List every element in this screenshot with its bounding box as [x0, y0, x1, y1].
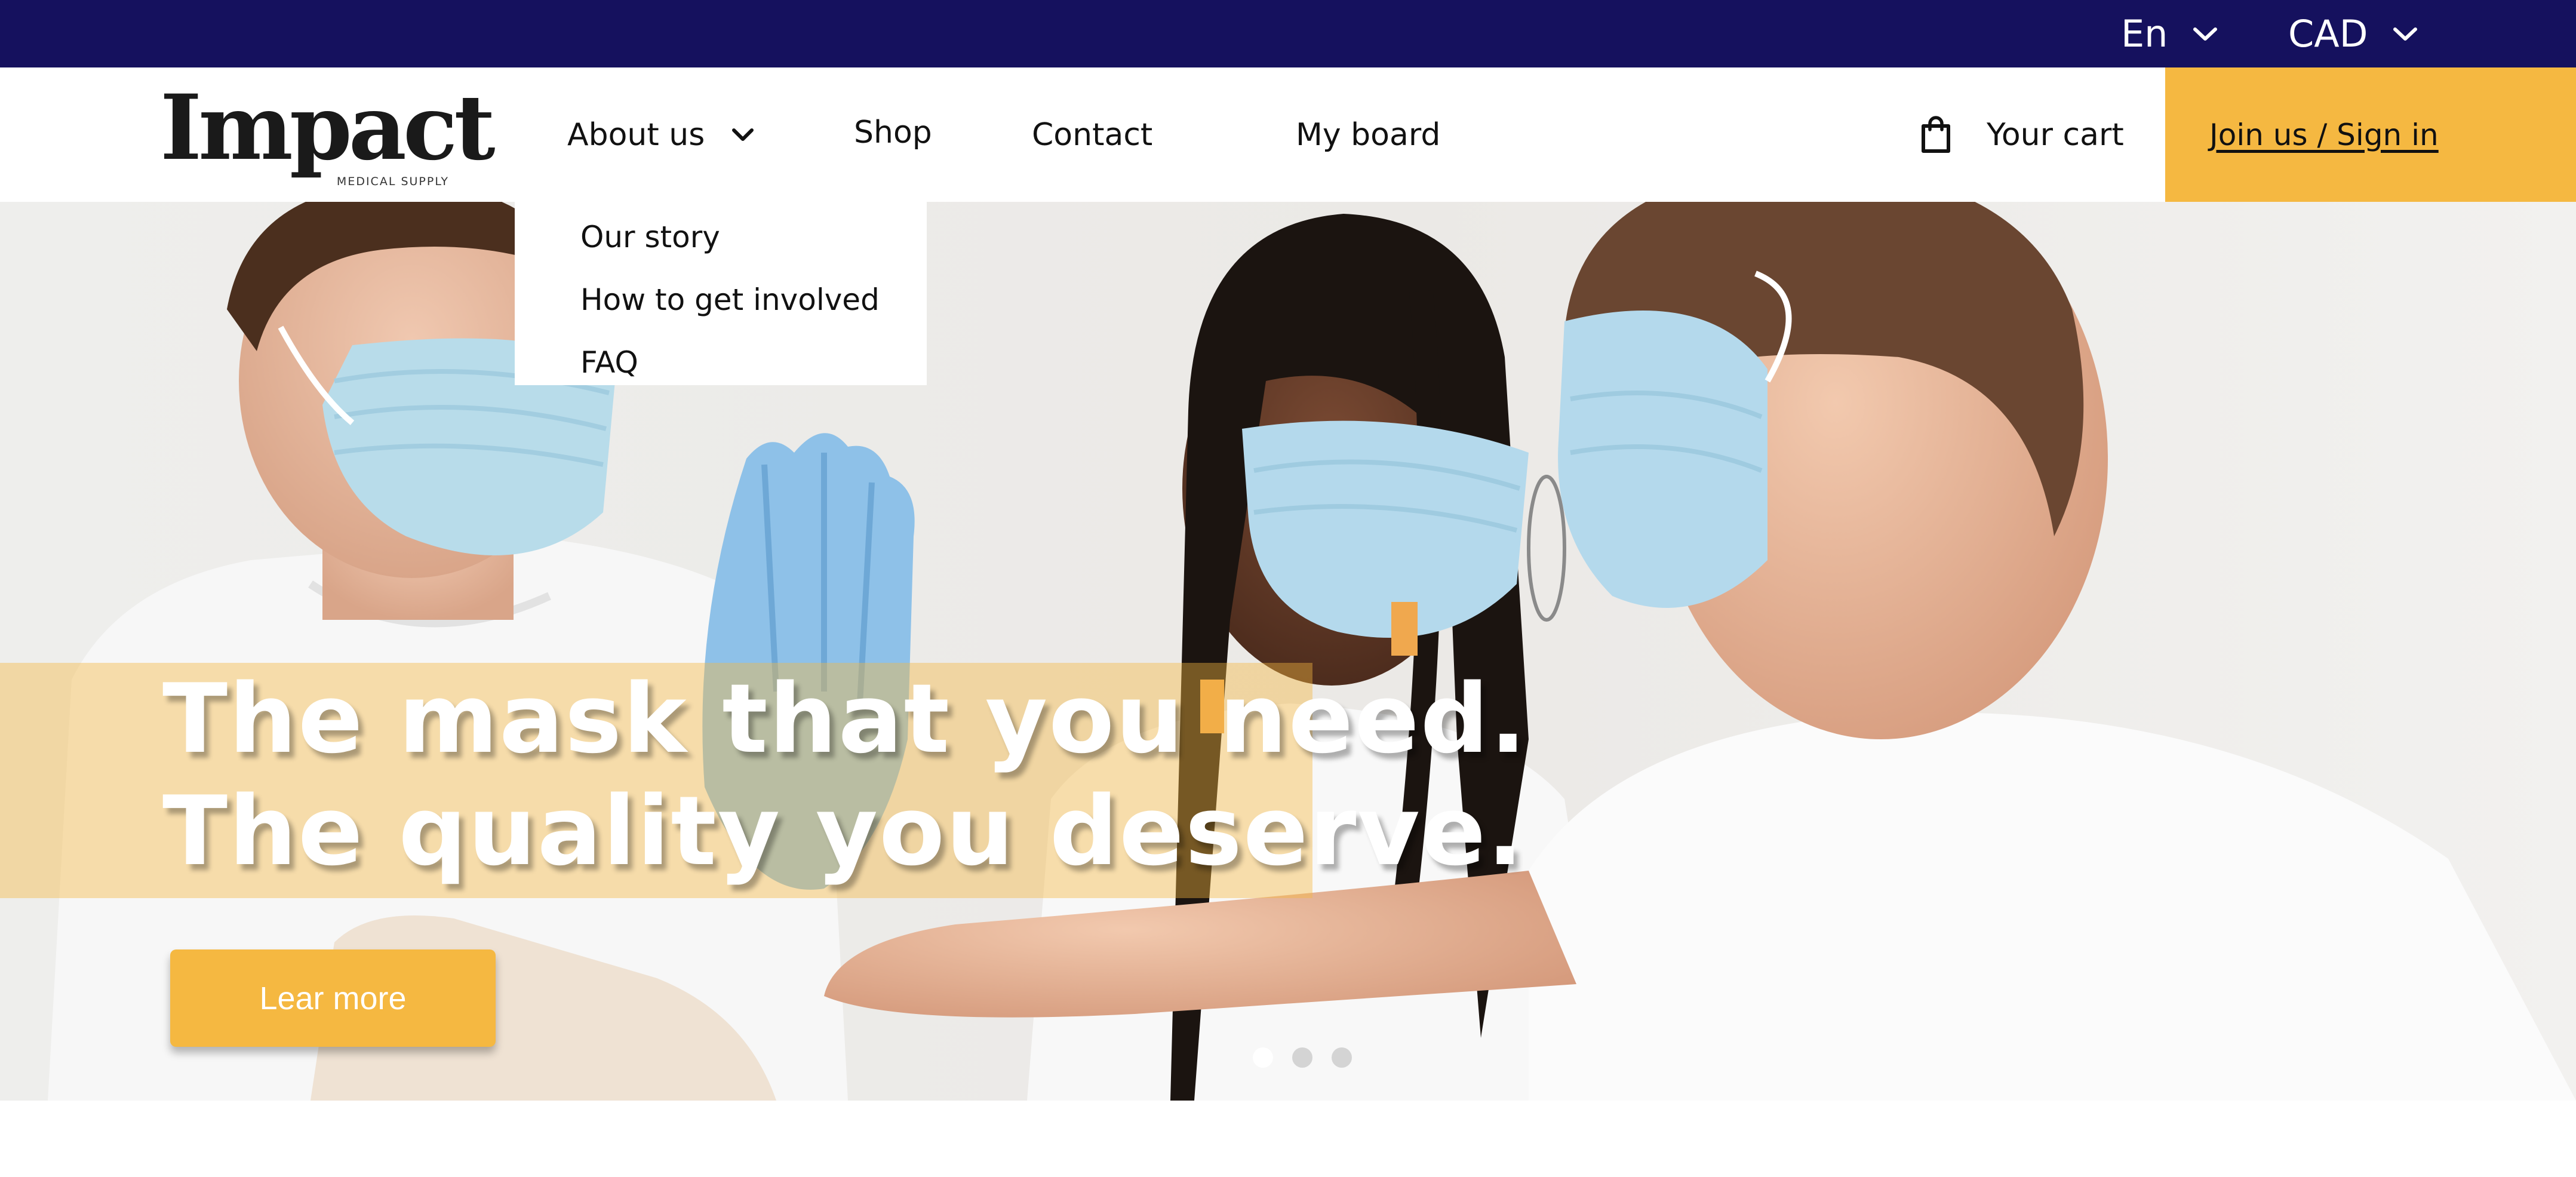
top-bar: En CAD	[0, 0, 2576, 67]
language-label: En	[2121, 12, 2168, 56]
carousel-dot-3[interactable]	[1332, 1047, 1352, 1068]
language-selector[interactable]: En	[2121, 0, 2219, 67]
nav-shop-label: Shop	[854, 114, 932, 150]
currency-label: CAD	[2288, 12, 2368, 56]
join-sign-in-label: Join us / Sign in	[2209, 117, 2439, 152]
nav-shop[interactable]: Shop	[854, 65, 932, 199]
logo-wordmark: Impact	[160, 75, 496, 180]
hero-headline: The mask that you need. The quality you …	[162, 663, 1527, 887]
main-header: Impact MEDICAL SUPPLY About us Shop Cont…	[0, 67, 2576, 202]
carousel-dot-2[interactable]	[1292, 1047, 1312, 1068]
impact-logo[interactable]: Impact MEDICAL SUPPLY	[160, 83, 496, 188]
cart-link[interactable]: Your cart	[1920, 67, 2124, 202]
dropdown-item-our-story[interactable]: Our story	[580, 220, 720, 254]
join-sign-in-button[interactable]: Join us / Sign in	[2165, 67, 2576, 202]
chevron-down-icon	[2393, 27, 2418, 41]
nav-board-label: My board	[1296, 116, 1441, 153]
carousel-dot-1[interactable]	[1253, 1047, 1273, 1068]
learn-more-label: Lear more	[259, 980, 407, 1016]
chevron-down-icon	[732, 128, 754, 141]
nav-contact[interactable]: Contact	[1032, 67, 1152, 202]
dropdown-item-get-involved[interactable]: How to get involved	[580, 282, 880, 317]
currency-selector[interactable]: CAD	[2288, 0, 2419, 67]
headline-line-2: The quality you deserve.	[162, 775, 1524, 887]
dropdown-item-faq[interactable]: FAQ	[580, 345, 638, 380]
nav-contact-label: Contact	[1032, 116, 1153, 153]
learn-more-button[interactable]: Lear more	[170, 949, 496, 1047]
chevron-down-icon	[2193, 27, 2218, 41]
nav-about-label: About us	[567, 116, 705, 153]
headline-line-1: The mask that you need.	[162, 663, 1527, 775]
nav-my-board[interactable]: My board	[1296, 67, 1440, 202]
cart-label: Your cart	[1987, 116, 2124, 153]
logo-tagline: MEDICAL SUPPLY	[336, 175, 449, 188]
nav-about-us[interactable]: About us	[567, 67, 755, 202]
about-us-dropdown: Our story How to get involved FAQ	[515, 202, 927, 385]
shopping-bag-icon	[1922, 115, 1950, 153]
carousel-dots	[1253, 1047, 1352, 1068]
